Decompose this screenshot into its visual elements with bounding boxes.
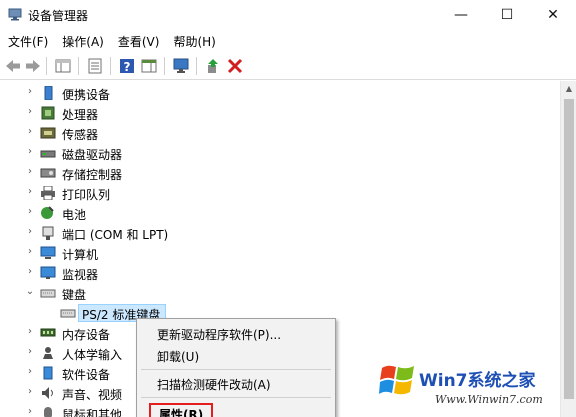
chevron-right-icon[interactable]: ›	[24, 246, 36, 258]
memory-icon	[40, 328, 56, 337]
tree-item-ports[interactable]: › 端口 (COM 和 LPT)	[0, 223, 560, 243]
tree-item-label: 存储控制器	[62, 168, 123, 182]
tree-item-label: 打印队列	[62, 188, 111, 202]
chevron-right-icon[interactable]: ›	[24, 106, 36, 118]
properties-icon[interactable]	[86, 57, 104, 75]
scroll-up-icon[interactable]: ▲	[561, 81, 576, 97]
maximize-button[interactable]: ☐	[484, 0, 530, 30]
close-button[interactable]: ✕	[530, 0, 576, 30]
tree-item-label: 处理器	[62, 108, 99, 122]
audio-icon	[42, 387, 53, 399]
tree-item-label: 传感器	[62, 128, 99, 142]
menu-separator	[141, 397, 331, 398]
tree-item-label: 端口 (COM 和 LPT)	[62, 228, 169, 242]
scroll-thumb[interactable]	[564, 99, 574, 399]
chevron-right-icon[interactable]: ›	[24, 386, 36, 398]
watermark-url: Www.Winwin7.com	[435, 393, 543, 406]
tree-item-disk-drives[interactable]: › 磁盘驱动器	[0, 143, 560, 163]
printer-icon	[41, 186, 55, 200]
menu-file[interactable]: 文件(F)	[0, 30, 55, 52]
properties-menu-item[interactable]: 属性(R)	[149, 403, 214, 417]
context-menu: 更新驱动程序软件(P)... 卸载(U) 扫描检测硬件改动(A) 属性(R)	[136, 318, 336, 417]
keyboard-icon	[60, 309, 76, 318]
watermark-brand: Win7系统之家	[419, 371, 536, 391]
tree-item-batteries[interactable]: › 电池	[0, 203, 560, 223]
back-icon[interactable]	[4, 57, 22, 75]
tree-item-portable-devices[interactable]: › 便携设备	[0, 83, 560, 103]
menu-view[interactable]: 查看(V)	[111, 30, 167, 52]
processor-icon	[41, 106, 55, 120]
monitor-icon[interactable]	[172, 57, 190, 75]
menu-help[interactable]: 帮助(H)	[166, 30, 222, 52]
chevron-right-icon[interactable]: ›	[24, 346, 36, 358]
show-hide-console-tree-icon[interactable]	[54, 57, 72, 75]
monitor-icon	[40, 266, 56, 279]
tree-item-label: 电池	[62, 208, 87, 222]
tree-item-keyboards[interactable]: ⌄ 键盘	[0, 283, 560, 303]
chevron-right-icon[interactable]: ›	[24, 126, 36, 138]
action-pane-icon[interactable]	[140, 57, 158, 75]
window-title: 设备管理器	[28, 9, 89, 23]
forward-icon[interactable]	[24, 57, 42, 75]
device-manager-icon	[8, 8, 22, 21]
tree-item-sensors[interactable]: › 传感器	[0, 123, 560, 143]
portable-device-icon	[44, 86, 53, 100]
software-device-icon	[43, 366, 53, 380]
chevron-right-icon[interactable]: ›	[24, 146, 36, 158]
chevron-right-icon[interactable]: ›	[24, 226, 36, 238]
uninstall-menu-item[interactable]: 卸载(U)	[157, 348, 199, 365]
chevron-right-icon[interactable]: ›	[24, 206, 36, 218]
tree-item-label: 便携设备	[62, 88, 111, 102]
tree-item-storage-controllers[interactable]: › 存储控制器	[0, 163, 560, 183]
chevron-right-icon[interactable]: ›	[24, 366, 36, 378]
chevron-right-icon[interactable]: ›	[24, 406, 36, 417]
update-driver-menu-item[interactable]: 更新驱动程序软件(P)...	[157, 326, 281, 343]
tree-item-label: 内存设备	[62, 328, 111, 342]
tree-item-processors[interactable]: › 处理器	[0, 103, 560, 123]
mouse-icon	[44, 407, 52, 417]
menu-bar: 文件(F) 操作(A) 查看(V) 帮助(H)	[0, 30, 576, 52]
tree-item-label: 监视器	[62, 268, 99, 282]
keyboard-icon	[40, 289, 56, 298]
tree-item-label: 鼠标和其他	[62, 408, 123, 417]
svg-text:?: ?	[124, 60, 131, 74]
tree-item-label: 人体学输入	[62, 348, 123, 362]
watermark: Win7系统之家 Www.Winwin7.com	[375, 360, 571, 412]
minimize-button[interactable]: —	[438, 0, 484, 30]
windows-logo-icon	[379, 365, 414, 395]
storage-controller-icon	[40, 168, 56, 178]
tree-item-label: 键盘	[62, 288, 87, 302]
uninstall-icon[interactable]	[226, 57, 244, 75]
tree-item-label: 声音、视频	[62, 388, 123, 402]
tree-item-label: 磁盘驱动器	[62, 148, 123, 162]
tree-item-label: 软件设备	[62, 368, 111, 382]
tree-item-label: 计算机	[62, 248, 99, 262]
battery-icon	[41, 206, 54, 219]
port-icon	[42, 226, 54, 240]
chevron-right-icon[interactable]: ›	[24, 86, 36, 98]
tree-item-monitors[interactable]: › 监视器	[0, 263, 560, 283]
chevron-right-icon[interactable]: ›	[24, 326, 36, 338]
menu-action[interactable]: 操作(A)	[55, 30, 111, 52]
scan-hardware-menu-item[interactable]: 扫描检测硬件改动(A)	[157, 376, 271, 393]
tree-item-computer[interactable]: › 计算机	[0, 243, 560, 263]
chevron-right-icon[interactable]: ›	[24, 266, 36, 278]
update-driver-icon[interactable]	[204, 57, 222, 75]
chevron-right-icon[interactable]: ›	[24, 186, 36, 198]
chevron-right-icon[interactable]: ›	[24, 166, 36, 178]
disk-drive-icon	[40, 150, 56, 158]
computer-icon	[40, 246, 56, 259]
help-icon[interactable]: ?	[118, 57, 136, 75]
chevron-down-icon[interactable]: ⌄	[24, 286, 36, 298]
tree-item-print-queues[interactable]: › 打印队列	[0, 183, 560, 203]
sensor-icon	[40, 127, 56, 139]
toolbar: ?	[0, 52, 576, 80]
hid-icon	[43, 347, 53, 359]
title-bar: 设备管理器 — ☐ ✕	[0, 0, 576, 30]
menu-separator	[141, 369, 331, 370]
